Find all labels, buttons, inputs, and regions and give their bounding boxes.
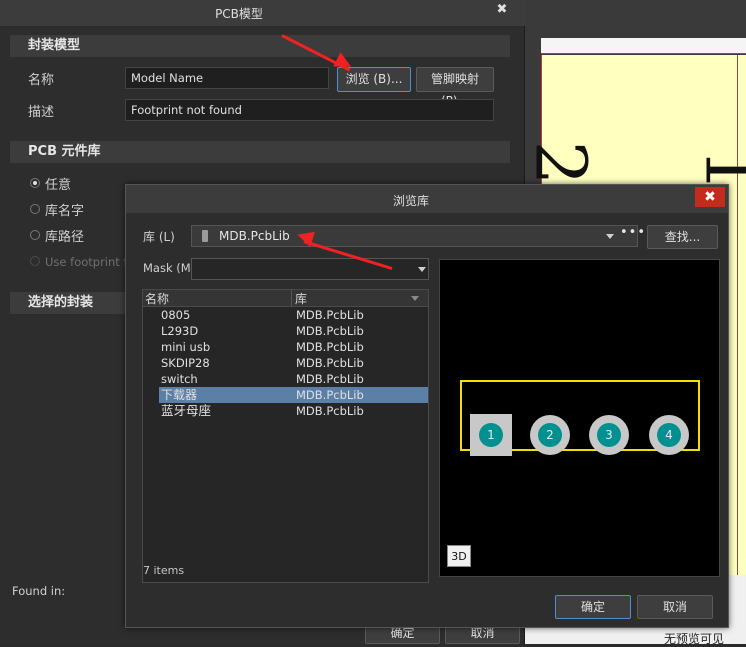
library-combo[interactable]: MDB.PcbLib ••• xyxy=(191,225,645,247)
description-label: 描述 xyxy=(28,105,55,120)
column-header-library[interactable]: 库 xyxy=(295,290,307,307)
schematic-ruler xyxy=(541,38,746,54)
pin-map-button[interactable]: 管脚映射 (P)... xyxy=(416,67,494,108)
found-in-label: Found in: xyxy=(12,584,66,598)
radio-any[interactable] xyxy=(30,178,40,188)
schematic-rotated-number: 2 xyxy=(519,140,602,186)
section-footprint-model: 封装模型 xyxy=(10,35,510,57)
pad-2: 2 xyxy=(530,415,570,455)
browse-library-dialog: 浏览库 ✖ 库 (L) MDB.PcbLib ••• 查找... Mask (M… xyxy=(125,184,729,628)
footprint-preview[interactable]: 1 2 3 4 3D xyxy=(439,259,720,577)
radio-any-label[interactable]: 任意 xyxy=(45,174,71,193)
item-count: 7 items xyxy=(143,564,185,577)
table-row[interactable]: switch MDB.PcbLib xyxy=(143,371,428,387)
find-button[interactable]: 查找... xyxy=(647,225,718,249)
browse-dialog-title: 浏览库 xyxy=(392,194,429,208)
table-row[interactable]: SKDIP28 MDB.PcbLib xyxy=(143,355,428,371)
pad-4: 4 xyxy=(649,415,689,455)
mask-label: Mask (M) xyxy=(143,261,196,275)
library-label: 库 (L) xyxy=(143,230,175,244)
close-icon[interactable]: ✖ xyxy=(695,187,725,207)
use-footprint-label: Use footprint fr xyxy=(45,255,133,269)
schematic-border-line xyxy=(737,55,738,575)
table-row[interactable]: mini usb MDB.PcbLib xyxy=(143,339,428,355)
library-file-icon xyxy=(202,230,208,242)
name-label: 名称 xyxy=(28,73,55,88)
pad-1: 1 xyxy=(470,414,512,456)
close-icon[interactable]: ✖ xyxy=(494,2,510,18)
list-header: 名称 库 xyxy=(143,290,428,307)
column-header-name[interactable]: 名称 xyxy=(145,290,169,307)
radio-library-name[interactable] xyxy=(30,204,40,214)
description-field[interactable]: Footprint not found xyxy=(125,99,494,121)
more-options-icon[interactable]: ••• xyxy=(620,223,646,243)
radio-library-path-label[interactable]: 库路径 xyxy=(45,226,84,245)
mask-input[interactable] xyxy=(191,258,429,280)
table-row[interactable]: 0805 MDB.PcbLib xyxy=(143,307,428,323)
pad-3: 3 xyxy=(589,415,629,455)
chevron-down-icon[interactable] xyxy=(606,234,614,239)
no-preview-status: 无预览可见 xyxy=(664,632,725,646)
radio-library-path[interactable] xyxy=(30,230,40,240)
chevron-down-icon[interactable] xyxy=(418,267,426,272)
table-row-selected[interactable]: 下载器 MDB.PcbLib xyxy=(159,387,428,403)
footprint-list[interactable]: 名称 库 0805 MDB.PcbLib L293D MDB.PcbLib mini… xyxy=(142,289,429,583)
radio-library-name-label[interactable]: 库名字 xyxy=(45,200,84,219)
model-name-field[interactable]: Model Name xyxy=(125,67,329,89)
radio-use-footprint[interactable] xyxy=(30,256,40,266)
ok-button[interactable]: 确定 xyxy=(555,595,631,619)
cancel-button[interactable]: 取消 xyxy=(637,595,713,619)
table-row[interactable]: L293D MDB.PcbLib xyxy=(143,323,428,339)
sort-arrow-icon[interactable] xyxy=(411,296,419,301)
toggle-3d-button[interactable]: 3D xyxy=(447,545,471,567)
column-divider xyxy=(291,290,292,306)
section-pcb-library: PCB 元件库 xyxy=(10,141,510,163)
table-row[interactable]: 蓝牙母座 MDB.PcbLib xyxy=(143,403,428,419)
library-combo-value: MDB.PcbLib xyxy=(219,229,290,243)
pcb-dialog-title: PCB模型 xyxy=(215,7,263,21)
